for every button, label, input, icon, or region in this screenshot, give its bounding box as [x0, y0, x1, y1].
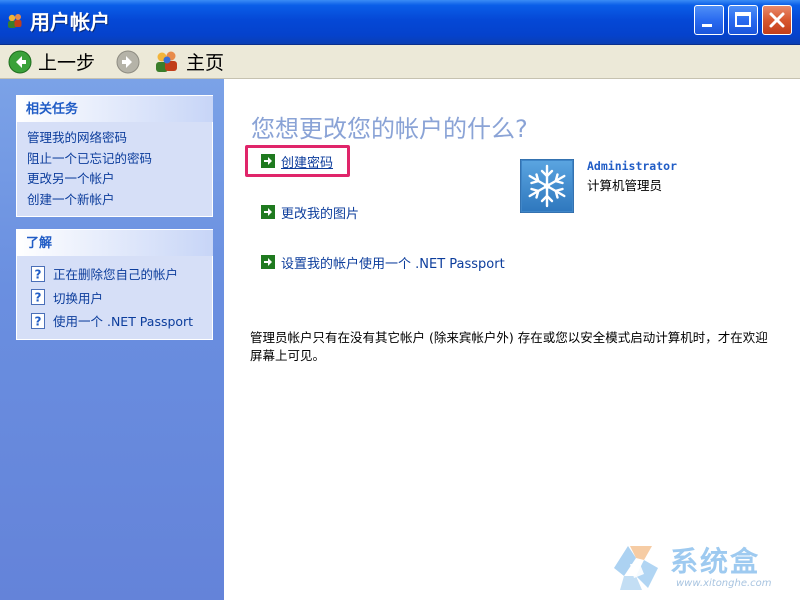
change-picture-link[interactable]: 更改我的图片 [261, 202, 359, 222]
page-question-heading: 您想更改您的帐户的什么? [251, 115, 528, 143]
home-label: 主页 [186, 52, 225, 74]
close-icon [769, 12, 785, 28]
help-icon: ? [31, 289, 45, 306]
learn-about-list: ? 正在删除您自己的帐户 ? 切换用户 ? 使用一个 .NET Passport [16, 256, 213, 340]
svg-text:?: ? [35, 314, 42, 328]
watermark-url: www.xitonghe.com [676, 578, 772, 589]
watermark-brand: 系统盒 [670, 545, 761, 578]
learn-link-delete-own-account[interactable]: ? 正在删除您自己的帐户 [17, 262, 212, 286]
learn-link-label: 使用一个 .NET Passport [53, 314, 194, 330]
learn-link-label: 切换用户 [53, 290, 104, 306]
task-link-manage-network-passwords[interactable]: 管理我的网络密码 [17, 128, 212, 149]
create-password-label: 创建密码 [281, 155, 334, 171]
maximize-button[interactable] [728, 5, 758, 35]
create-password-link[interactable]: 创建密码 [261, 151, 333, 171]
green-arrow-icon [261, 205, 275, 219]
site-watermark: 系统盒 www.xitonghe.com [608, 540, 788, 594]
green-arrow-icon [261, 154, 275, 168]
forward-button[interactable] [116, 45, 140, 78]
learn-about-title[interactable]: 了解 [16, 229, 213, 256]
minimize-button[interactable] [694, 5, 724, 35]
setup-net-passport-label: 设置我的帐户使用一个 .NET Passport [281, 256, 505, 272]
learn-link-use-net-passport[interactable]: ? 使用一个 .NET Passport [17, 309, 212, 333]
task-link-change-another-account[interactable]: 更改另一个帐户 [17, 169, 212, 190]
admin-visibility-note: 管理员帐户只有在没有其它帐户 (除来宾帐户外) 存在或您以安全模式启动计算机时，… [250, 330, 768, 363]
setup-net-passport-link[interactable]: 设置我的帐户使用一个 .NET Passport [261, 252, 505, 272]
account-type: 计算机管理员 [587, 178, 663, 193]
back-label: 上一步 [38, 52, 96, 74]
snowflake-avatar-icon[interactable] [520, 159, 574, 213]
watermark-logo-icon [614, 546, 658, 590]
learn-about-panel: 了解 ? 正在删除您自己的帐户 ? 切换用户 ? 使用一个 .NET Passp… [16, 229, 213, 340]
maximize-icon [735, 12, 751, 27]
close-button[interactable] [762, 5, 792, 35]
related-tasks-panel: 相关任务 管理我的网络密码 阻止一个已忘记的密码 更改另一个帐户 创建一个新帐户 [16, 95, 213, 217]
svg-text:?: ? [35, 291, 42, 305]
title-bar[interactable]: 用户帐户 [0, 0, 800, 45]
window-title: 用户帐户 [30, 10, 110, 34]
help-icon: ? [31, 312, 45, 329]
user-accounts-window: 用户帐户 上一步 主页 相关任务 管理我的网络密码 阻止一个已忘记的密码 更改另… [0, 0, 800, 600]
help-icon: ? [31, 265, 45, 282]
related-tasks-list: 管理我的网络密码 阻止一个已忘记的密码 更改另一个帐户 创建一个新帐户 [16, 122, 213, 217]
users-home-icon [156, 51, 177, 72]
task-pane: 相关任务 管理我的网络密码 阻止一个已忘记的密码 更改另一个帐户 创建一个新帐户… [0, 79, 224, 600]
change-picture-label: 更改我的图片 [281, 206, 360, 222]
back-button[interactable]: 上一步 [8, 45, 95, 78]
back-arrow-icon [8, 50, 32, 73]
learn-link-label: 正在删除您自己的帐户 [53, 267, 179, 283]
related-tasks-title[interactable]: 相关任务 [16, 95, 213, 122]
task-link-prevent-forgotten-password[interactable]: 阻止一个已忘记的密码 [17, 149, 212, 170]
toolbar: 上一步 主页 [0, 45, 800, 79]
main-content: 您想更改您的帐户的什么? 创建密码 更改我的图片 设置我的帐户使用一个 .NET… [224, 79, 800, 600]
learn-link-switch-users[interactable]: ? 切换用户 [17, 286, 212, 310]
task-link-create-new-account[interactable]: 创建一个新帐户 [17, 190, 212, 211]
user-accounts-icon [8, 14, 22, 28]
green-arrow-icon [261, 255, 275, 269]
svg-text:?: ? [35, 267, 42, 281]
account-name: Administrator [587, 159, 678, 173]
minimize-icon [702, 24, 712, 27]
forward-arrow-icon [116, 50, 140, 73]
home-button[interactable]: 主页 [154, 45, 224, 78]
